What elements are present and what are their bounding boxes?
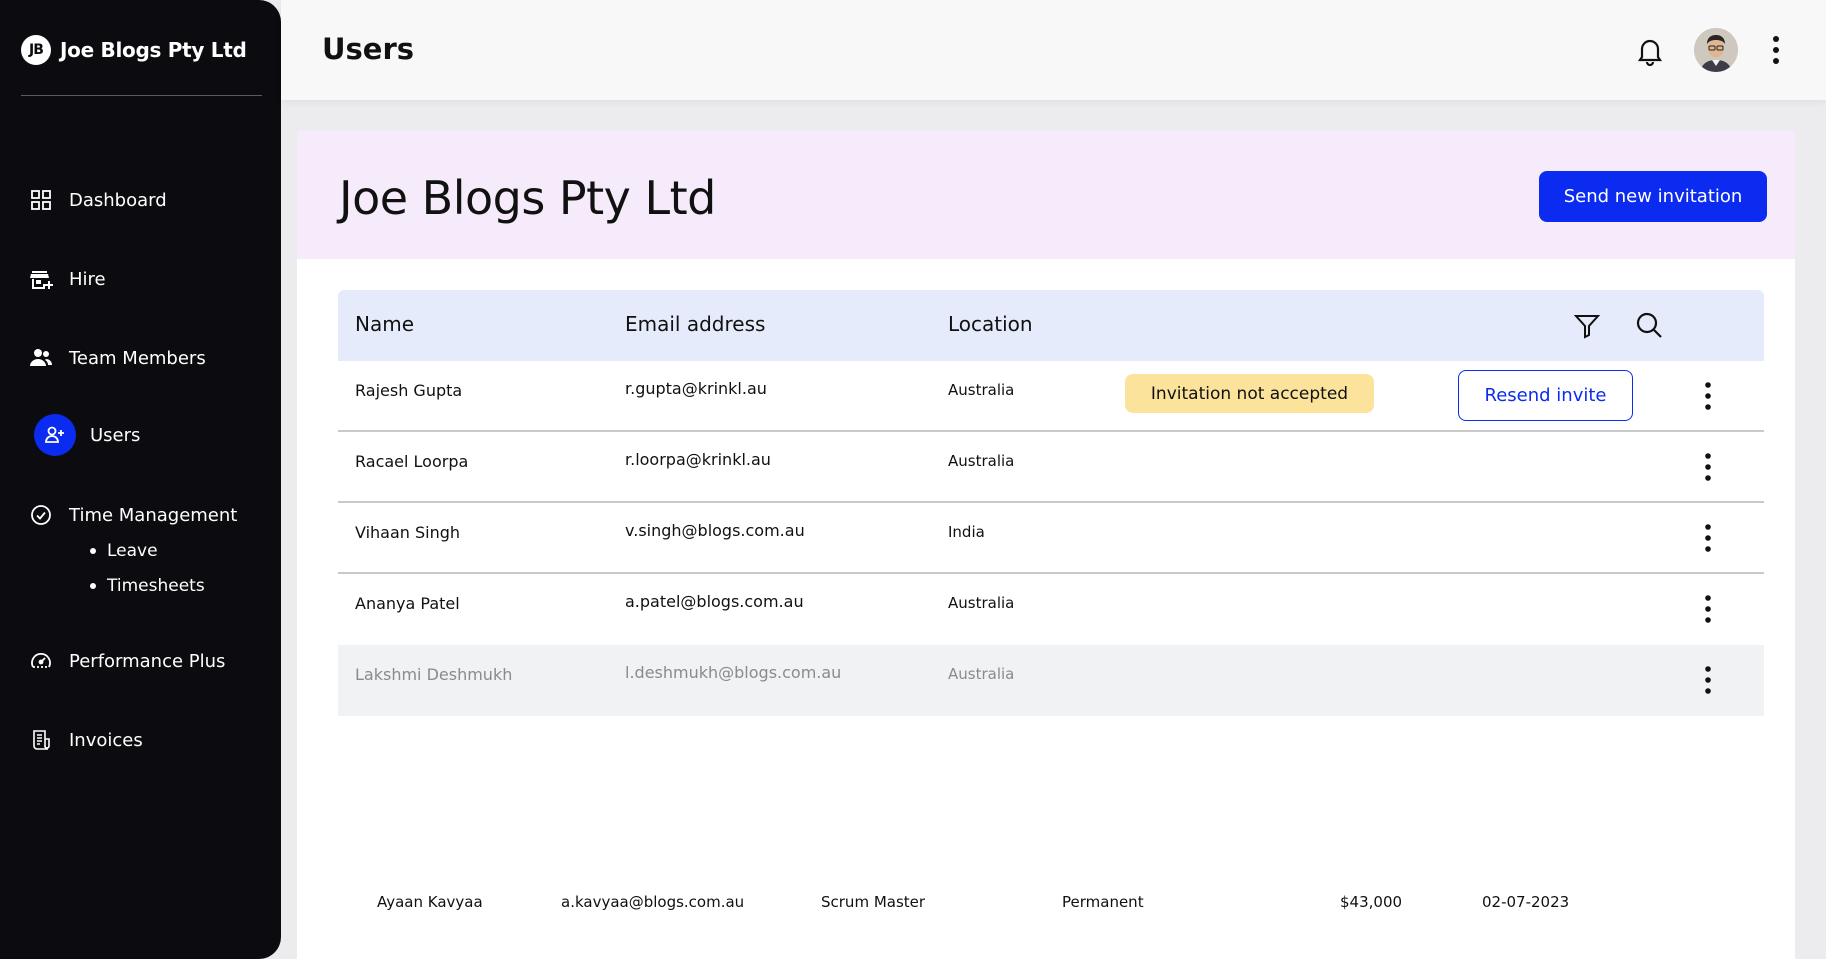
- user-email: r.gupta@krinkl.au: [625, 379, 767, 398]
- company-title: Joe Blogs Pty Ltd: [339, 171, 716, 225]
- row-more-options-icon[interactable]: [1703, 523, 1713, 553]
- column-header-name[interactable]: Name: [355, 312, 414, 336]
- table-row[interactable]: Ananya Patel a.patel@blogs.com.au Austra…: [338, 574, 1764, 645]
- user-location: Australia: [948, 665, 1014, 683]
- row-more-options-icon[interactable]: [1703, 665, 1713, 695]
- user-email: v.singh@blogs.com.au: [625, 521, 805, 540]
- user-location: Australia: [948, 594, 1014, 612]
- table-row[interactable]: Vihaan Singh v.singh@blogs.com.au India: [338, 503, 1764, 574]
- storefront-add-icon: [21, 259, 61, 299]
- sidebar-item-team-members[interactable]: Team Members: [34, 338, 206, 378]
- sidebar-subitem-label: Leave: [107, 541, 158, 561]
- top-bar: Users: [281, 0, 1826, 100]
- row-more-options-icon[interactable]: [1703, 594, 1713, 624]
- sidebar-item-invoices[interactable]: Invoices: [34, 720, 143, 760]
- employee-role: Scrum Master: [821, 893, 925, 911]
- sidebar: JB Joe Blogs Pty Ltd Dashboard Hire Team…: [0, 0, 281, 959]
- bullet-icon: [90, 548, 96, 554]
- list-item[interactable]: Ayaan Kavyaa a.kavyaa@blogs.com.au Scrum…: [297, 893, 1795, 923]
- bullet-icon: [90, 583, 96, 589]
- employee-type: Permanent: [1062, 893, 1144, 911]
- search-icon[interactable]: [1634, 310, 1664, 340]
- brand-logo: JB: [21, 35, 51, 65]
- sidebar-divider: [21, 95, 262, 96]
- sidebar-item-label: Invoices: [69, 730, 143, 751]
- sidebar-subitem-label: Timesheets: [107, 576, 205, 596]
- filter-icon[interactable]: [1573, 312, 1601, 340]
- sidebar-item-label: Users: [90, 425, 140, 446]
- employee-email: a.kavyaa@blogs.com.au: [561, 893, 744, 911]
- speedometer-icon: [21, 641, 61, 681]
- user-email: a.patel@blogs.com.au: [625, 592, 804, 611]
- table-row[interactable]: Lakshmi Deshmukh l.deshmukh@blogs.com.au…: [338, 645, 1764, 716]
- notification-bell-icon[interactable]: [1636, 36, 1664, 66]
- sidebar-item-label: Team Members: [69, 348, 206, 369]
- sidebar-item-hire[interactable]: Hire: [34, 259, 106, 299]
- table-row[interactable]: Racael Loorpa r.loorpa@krinkl.au Austral…: [338, 432, 1764, 503]
- page-title: Users: [322, 32, 414, 66]
- sidebar-item-label: Dashboard: [69, 190, 167, 211]
- column-header-email[interactable]: Email address: [625, 312, 765, 336]
- person-add-icon: [34, 414, 76, 456]
- send-new-invitation-button[interactable]: Send new invitation: [1539, 171, 1767, 222]
- sidebar-item-performance-plus[interactable]: Performance Plus: [34, 641, 225, 681]
- more-options-icon[interactable]: [1771, 34, 1781, 66]
- user-name: Lakshmi Deshmukh: [355, 665, 512, 684]
- sidebar-item-users[interactable]: Users: [34, 414, 140, 456]
- sidebar-item-label: Performance Plus: [69, 651, 225, 672]
- user-name: Vihaan Singh: [355, 523, 460, 542]
- resend-invite-button[interactable]: Resend invite: [1458, 370, 1633, 421]
- sidebar-item-dashboard[interactable]: Dashboard: [34, 180, 167, 220]
- avatar[interactable]: [1694, 28, 1738, 72]
- invoice-icon: [21, 720, 61, 760]
- sidebar-item-label: Hire: [69, 269, 106, 290]
- sidebar-subitem-leave[interactable]: Leave: [90, 533, 205, 568]
- user-location: Australia: [948, 452, 1014, 470]
- employee-salary: $43,000: [1340, 893, 1402, 911]
- users-table: Name Email address Location Rajesh Gupta…: [338, 290, 1764, 716]
- brand[interactable]: JB Joe Blogs Pty Ltd: [21, 35, 246, 65]
- time-management-submenu: Leave Timesheets: [90, 533, 205, 603]
- table-row[interactable]: Rajesh Gupta r.gupta@krinkl.au Australia…: [338, 361, 1764, 432]
- user-email: r.loorpa@krinkl.au: [625, 450, 771, 469]
- check-circle-icon: [21, 495, 61, 535]
- sidebar-item-label: Time Management: [69, 505, 237, 526]
- user-name: Ananya Patel: [355, 594, 460, 613]
- status-badge: Invitation not accepted: [1125, 374, 1374, 413]
- brand-name: Joe Blogs Pty Ltd: [60, 38, 246, 62]
- user-name: Rajesh Gupta: [355, 381, 462, 400]
- people-icon: [21, 338, 61, 378]
- user-location: Australia: [948, 381, 1014, 399]
- user-name: Racael Loorpa: [355, 452, 468, 471]
- main-panel: Joe Blogs Pty Ltd Send new invitation Na…: [297, 131, 1795, 959]
- sidebar-subitem-timesheets[interactable]: Timesheets: [90, 568, 205, 603]
- employee-start-date: 02-07-2023: [1482, 893, 1569, 911]
- dashboard-grid-icon: [21, 180, 61, 220]
- row-more-options-icon[interactable]: [1703, 452, 1713, 482]
- row-more-options-icon[interactable]: [1703, 381, 1713, 411]
- column-header-location[interactable]: Location: [948, 312, 1033, 336]
- user-location: India: [948, 523, 985, 541]
- user-email: l.deshmukh@blogs.com.au: [625, 663, 841, 682]
- company-banner: Joe Blogs Pty Ltd Send new invitation: [297, 131, 1795, 259]
- table-header: Name Email address Location: [338, 290, 1764, 361]
- sidebar-item-time-management[interactable]: Time Management: [34, 495, 237, 535]
- employee-name: Ayaan Kavyaa: [377, 893, 483, 911]
